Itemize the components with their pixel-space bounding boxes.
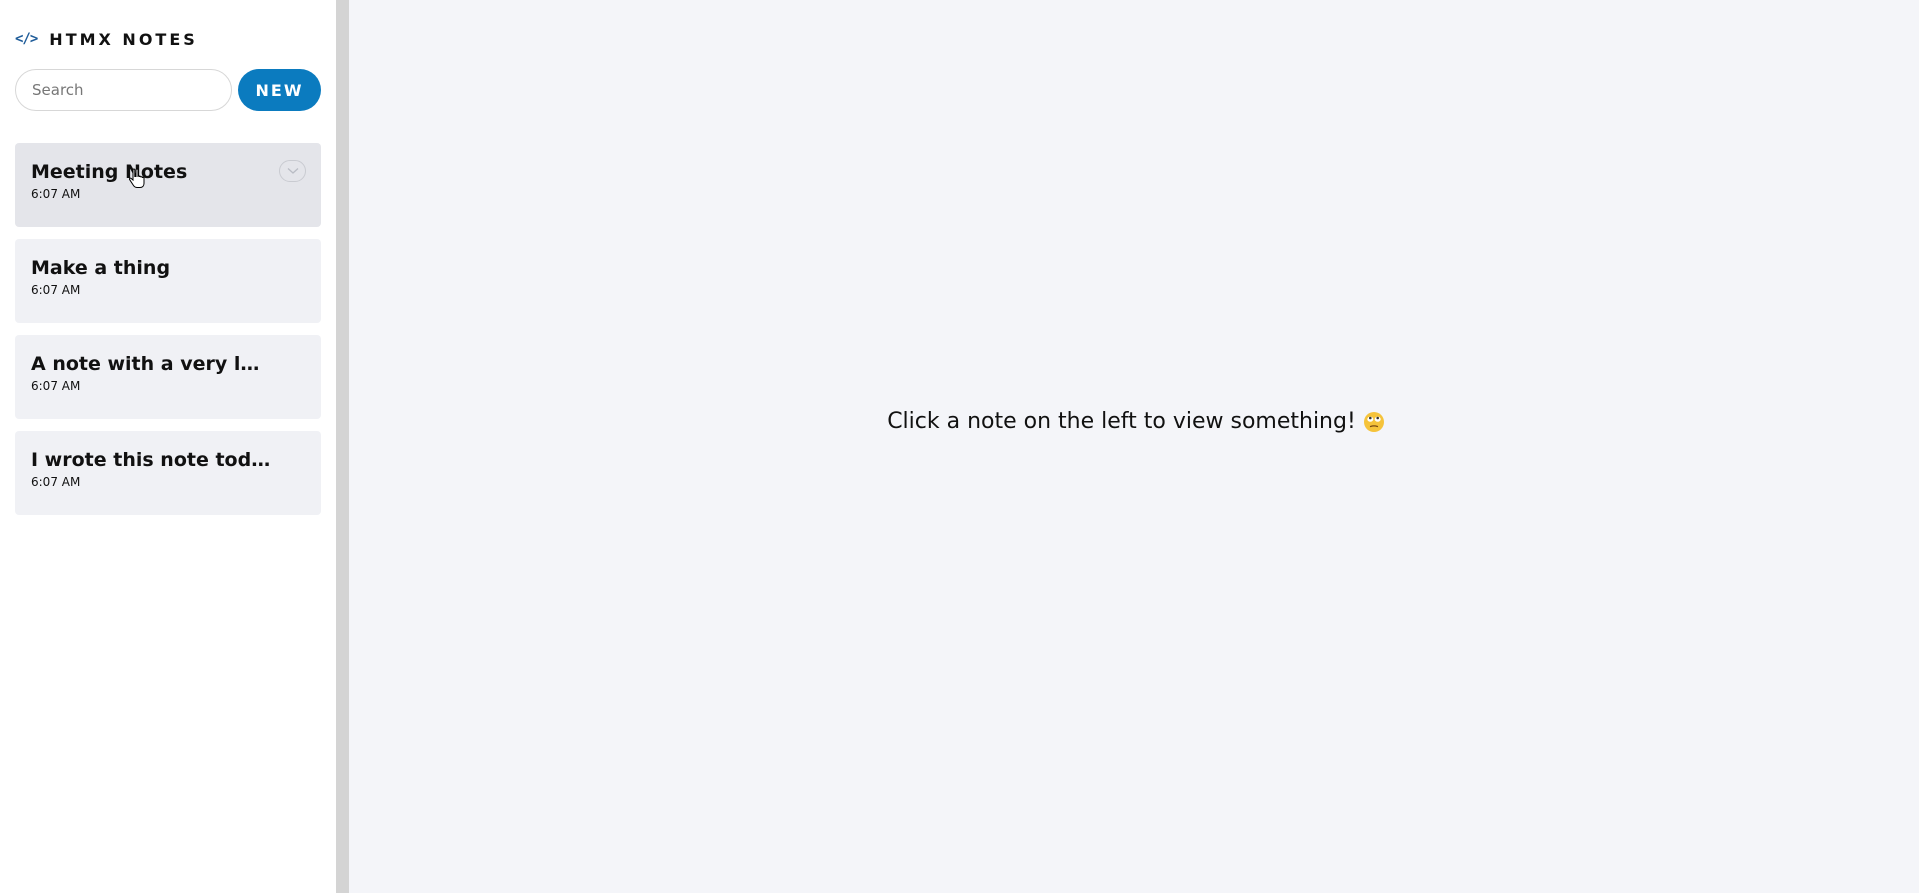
- note-time: 6:07 AM: [31, 283, 81, 297]
- face-with-rolling-eyes-icon: [1363, 411, 1384, 432]
- note-title: Make a thing: [31, 257, 171, 279]
- chevron-down-icon[interactable]: [279, 160, 306, 182]
- sidebar: </> HTMX NOTES NEW Meeting Notes 6:07 AM…: [0, 0, 336, 893]
- hand-cursor-icon: [128, 168, 145, 188]
- empty-state: Click a note on the left to view somethi…: [887, 409, 1385, 434]
- note-title: A note with a very lon...: [31, 353, 271, 375]
- note-title: Meeting Notes: [31, 161, 188, 183]
- note-list: Meeting Notes 6:07 AM Make a thing 6:07 …: [15, 143, 321, 515]
- main-panel: Click a note on the left to view somethi…: [349, 0, 1919, 893]
- note-item-wrote-today[interactable]: I wrote this note today 6:07 AM: [15, 431, 321, 515]
- search-input[interactable]: [15, 69, 232, 111]
- note-item-make-a-thing[interactable]: Make a thing 6:07 AM: [15, 239, 321, 323]
- sidebar-divider[interactable]: [336, 0, 349, 893]
- note-time: 6:07 AM: [31, 475, 81, 489]
- new-note-button[interactable]: NEW: [238, 69, 321, 111]
- code-brackets-icon: </>: [15, 31, 38, 47]
- note-item-long-title[interactable]: A note with a very lon... 6:07 AM: [15, 335, 321, 419]
- note-time: 6:07 AM: [31, 187, 81, 201]
- brand-header: </> HTMX NOTES: [15, 20, 321, 58]
- app-title: HTMX NOTES: [49, 29, 198, 49]
- empty-state-text: Click a note on the left to view somethi…: [887, 409, 1356, 434]
- app-root: </> HTMX NOTES NEW Meeting Notes 6:07 AM…: [0, 0, 1919, 893]
- note-time: 6:07 AM: [31, 379, 81, 393]
- note-title: I wrote this note today: [31, 449, 271, 471]
- note-item-meeting-notes[interactable]: Meeting Notes 6:07 AM: [15, 143, 321, 227]
- search-row: NEW: [15, 69, 321, 111]
